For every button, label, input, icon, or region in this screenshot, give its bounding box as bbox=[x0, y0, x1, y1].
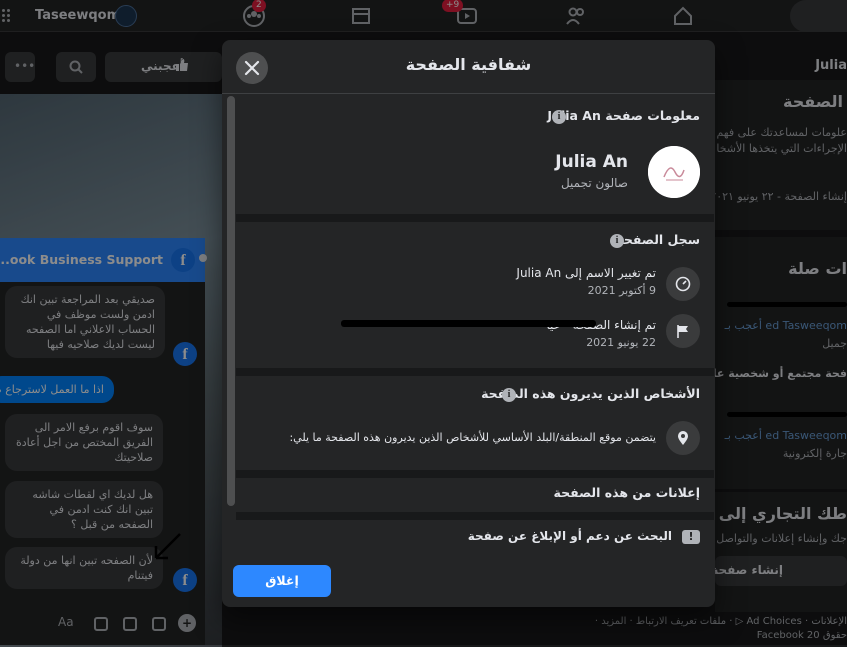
close-icon bbox=[244, 60, 260, 76]
page-logo-icon bbox=[648, 146, 700, 198]
page-name: Julia An bbox=[555, 152, 628, 172]
history-item-date: 9 أكتوبر 2021 bbox=[587, 284, 656, 297]
page-ads-title: إعلانات من هذه الصفحة bbox=[553, 485, 700, 500]
report-page-row[interactable]: ! البحث عن دعم أو الإبلاغ عن صفحة bbox=[236, 520, 714, 554]
location-pin-icon bbox=[666, 421, 700, 455]
dialog-header: شفافية الصفحة bbox=[222, 40, 715, 94]
redaction-mark bbox=[341, 320, 596, 327]
page-avatar[interactable] bbox=[648, 146, 700, 198]
page-history-title: سجل الصفحة bbox=[616, 232, 700, 247]
dialog-scrollbar[interactable] bbox=[227, 96, 235, 506]
report-page-label: البحث عن دعم أو الإبلاغ عن صفحة bbox=[467, 529, 672, 543]
close-dialog-button[interactable] bbox=[236, 52, 268, 84]
dialog-title: شفافية الصفحة bbox=[405, 55, 532, 74]
page-category: صالون تجميل bbox=[560, 176, 628, 190]
page-managers-section: الأشخاص الذين يديرون هذه الصفحة i يتضمن … bbox=[236, 376, 714, 478]
name-change-icon bbox=[666, 267, 700, 301]
flag-icon bbox=[666, 314, 700, 348]
page-info-title: معلومات صفحة Julia An bbox=[547, 108, 700, 123]
history-item-date: 22 يونيو 2021 bbox=[586, 336, 656, 349]
warning-icon: ! bbox=[682, 530, 700, 544]
page-transparency-dialog: شفافية الصفحة معلومات صفحة Julia An i Ju… bbox=[222, 40, 715, 607]
page-ads-section[interactable]: إعلانات من هذه الصفحة bbox=[236, 478, 714, 520]
info-icon[interactable]: i bbox=[552, 110, 566, 124]
page-info-section: معلومات صفحة Julia An i Julia An صالون ت… bbox=[236, 94, 714, 222]
managers-location-text: يتضمن موقع المنطقة/البلد الأساسي للأشخاص… bbox=[289, 431, 656, 444]
info-icon[interactable]: i bbox=[610, 234, 624, 248]
info-icon[interactable]: i bbox=[502, 388, 516, 402]
history-item-text: تم تغيير الاسم إلى Julia An bbox=[516, 266, 656, 280]
page-history-section: سجل الصفحة i تم تغيير الاسم إلى Julia An… bbox=[236, 222, 714, 376]
close-button[interactable]: إغلاق bbox=[233, 565, 331, 597]
